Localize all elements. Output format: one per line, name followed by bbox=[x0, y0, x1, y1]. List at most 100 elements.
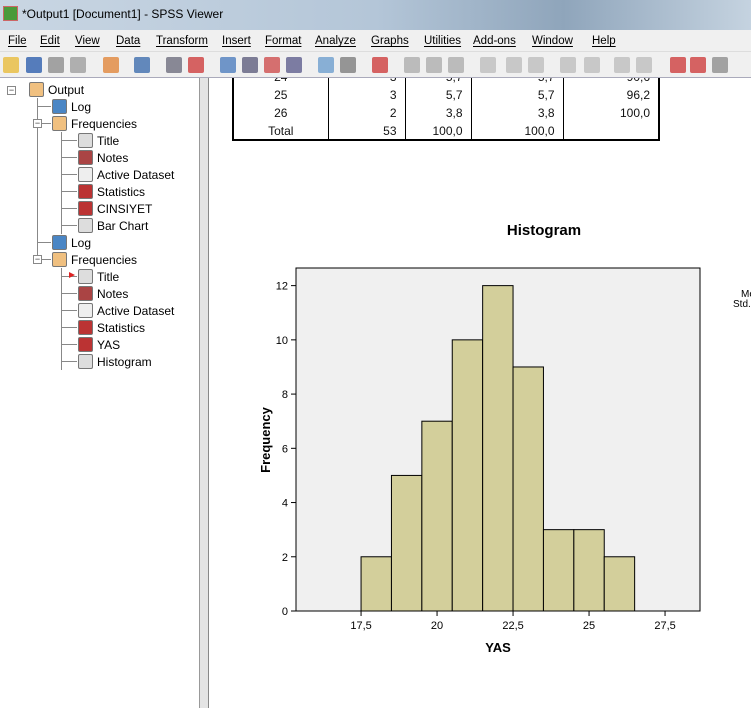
print-preview-icon[interactable] bbox=[70, 57, 86, 73]
table-icon bbox=[78, 201, 93, 216]
redo-icon[interactable] bbox=[188, 57, 204, 73]
x-tick-label: 17,5 bbox=[350, 620, 371, 632]
menu-utilities[interactable]: Utilities bbox=[424, 35, 461, 47]
notes-icon bbox=[78, 286, 93, 301]
log-icon bbox=[52, 99, 67, 114]
tree-node-statistics[interactable]: Statistics bbox=[78, 319, 145, 336]
collapse-output-toggle[interactable]: − bbox=[7, 86, 16, 95]
tree-node-log[interactable]: Log bbox=[52, 98, 91, 115]
tree-node-title[interactable]: Title bbox=[78, 132, 119, 149]
tree-node-frequencies[interactable]: Frequencies bbox=[52, 115, 137, 132]
outline-pane[interactable]: − Output Log − Frequencies Title Notes Active D… bbox=[0, 78, 200, 708]
menu-window[interactable]: Window bbox=[532, 35, 573, 47]
designate-window-icon[interactable] bbox=[404, 57, 420, 73]
goto-case-icon[interactable] bbox=[220, 57, 236, 73]
insert-title-icon[interactable] bbox=[448, 57, 464, 73]
current-item-arrow-icon bbox=[69, 272, 75, 278]
pane-splitter[interactable] bbox=[200, 78, 209, 708]
chart-icon bbox=[78, 354, 93, 369]
tree-node-notes[interactable]: Notes bbox=[78, 149, 128, 166]
x-tick-label: 20 bbox=[431, 620, 443, 632]
tree-node-title[interactable]: Title bbox=[78, 268, 119, 285]
tree-node-statistics[interactable]: Statistics bbox=[78, 183, 145, 200]
tree-node-notes[interactable]: Notes bbox=[78, 285, 128, 302]
output-pane[interactable]: 2435,75,790,62535,75,796,22623,83,8100,0… bbox=[210, 78, 751, 708]
histogram-bar bbox=[390, 474, 423, 612]
insert-heading-icon[interactable] bbox=[426, 57, 442, 73]
insert-text-icon[interactable] bbox=[480, 57, 496, 73]
notes-icon bbox=[78, 150, 93, 165]
menu-transform[interactable]: Transform bbox=[156, 35, 208, 47]
tree-node-log[interactable]: Log bbox=[52, 234, 91, 251]
histogram-bar bbox=[451, 339, 484, 612]
chart-icon bbox=[78, 218, 93, 233]
chart-title: Histogram bbox=[507, 222, 581, 239]
tree-node-active-dataset[interactable]: Active Dataset bbox=[78, 302, 174, 319]
insert-break-icon[interactable] bbox=[690, 57, 706, 73]
hide-icon[interactable] bbox=[636, 57, 652, 73]
y-tick-label: 0 bbox=[282, 606, 288, 618]
insert-output-icon[interactable] bbox=[670, 57, 686, 73]
menu-edit[interactable]: Edit bbox=[40, 35, 60, 47]
export-icon[interactable] bbox=[103, 57, 119, 73]
histogram-chart: 0 2 4 6 8 10 12 17,5 20 22,5 25 27,5 Histogram YAS Fre… bbox=[258, 222, 701, 655]
toolbar bbox=[0, 52, 751, 78]
tree-node-cinsiyet[interactable]: CINSIYET bbox=[78, 200, 152, 217]
goto-data-icon[interactable] bbox=[134, 57, 150, 73]
demote-icon[interactable] bbox=[528, 57, 544, 73]
variables-icon[interactable] bbox=[242, 57, 258, 73]
undo-icon[interactable] bbox=[166, 57, 182, 73]
collapse-icon[interactable] bbox=[584, 57, 600, 73]
output-icon bbox=[29, 82, 44, 97]
y-tick-label: 12 bbox=[276, 281, 288, 293]
histogram-bar bbox=[603, 556, 636, 612]
collapse-frequencies-toggle[interactable]: − bbox=[33, 255, 42, 264]
menu-view[interactable]: View bbox=[75, 35, 100, 47]
menu-data[interactable]: Data bbox=[116, 35, 140, 47]
print-icon[interactable] bbox=[48, 57, 64, 73]
x-tick-label: 27,5 bbox=[654, 620, 675, 632]
procedure-icon bbox=[52, 116, 67, 131]
menu-help[interactable]: Help bbox=[592, 35, 616, 47]
tree-node-bar-chart[interactable]: Bar Chart bbox=[78, 217, 148, 234]
tree-node-active-dataset[interactable]: Active Dataset bbox=[78, 166, 174, 183]
menu-bar: File Edit View Data Transform Insert Format Ana… bbox=[0, 30, 751, 52]
menu-format[interactable]: Format bbox=[265, 35, 301, 47]
promote-icon[interactable] bbox=[506, 57, 522, 73]
show-icon[interactable] bbox=[614, 57, 630, 73]
tree-node-histogram[interactable]: Histogram bbox=[78, 353, 152, 370]
histogram-bar bbox=[421, 420, 453, 612]
x-tick-label: 22,5 bbox=[502, 620, 523, 632]
menu-file[interactable]: File bbox=[8, 35, 27, 47]
histogram-bar bbox=[360, 556, 392, 612]
variable-info-icon[interactable] bbox=[286, 57, 302, 73]
menu-addons[interactable]: Add-ons bbox=[473, 35, 516, 47]
open-icon[interactable] bbox=[3, 57, 19, 73]
use-sets-icon[interactable] bbox=[318, 57, 334, 73]
title-icon bbox=[78, 269, 93, 284]
y-tick-label: 4 bbox=[282, 498, 288, 510]
y-tick-label: 10 bbox=[276, 335, 288, 347]
tree-node-output[interactable]: Output bbox=[29, 81, 84, 98]
histogram-bar bbox=[512, 366, 544, 612]
tree-node-yas[interactable]: YAS bbox=[78, 336, 120, 353]
collapse-frequencies-toggle[interactable]: − bbox=[33, 119, 42, 128]
insert-cases-icon[interactable] bbox=[264, 57, 280, 73]
y-tick-label: 6 bbox=[282, 443, 288, 455]
y-axis-label: Frequency bbox=[258, 406, 273, 473]
save-icon[interactable] bbox=[26, 57, 42, 73]
select-last-output-icon[interactable] bbox=[372, 57, 388, 73]
expand-icon[interactable] bbox=[560, 57, 576, 73]
spss-app-icon bbox=[3, 6, 18, 21]
x-axis-label: YAS bbox=[485, 640, 511, 655]
menu-analyze[interactable]: Analyze bbox=[315, 35, 356, 47]
insert-note-icon[interactable] bbox=[712, 57, 728, 73]
title-icon bbox=[78, 133, 93, 148]
histogram-bar bbox=[573, 529, 605, 612]
title-bar: *Output1 [Document1] - SPSS Viewer bbox=[0, 0, 751, 30]
tree-node-frequencies[interactable]: Frequencies bbox=[52, 251, 137, 268]
show-all-icon[interactable] bbox=[340, 57, 356, 73]
menu-insert[interactable]: Insert bbox=[222, 35, 251, 47]
menu-graphs[interactable]: Graphs bbox=[371, 35, 409, 47]
histogram-bar bbox=[482, 285, 514, 612]
